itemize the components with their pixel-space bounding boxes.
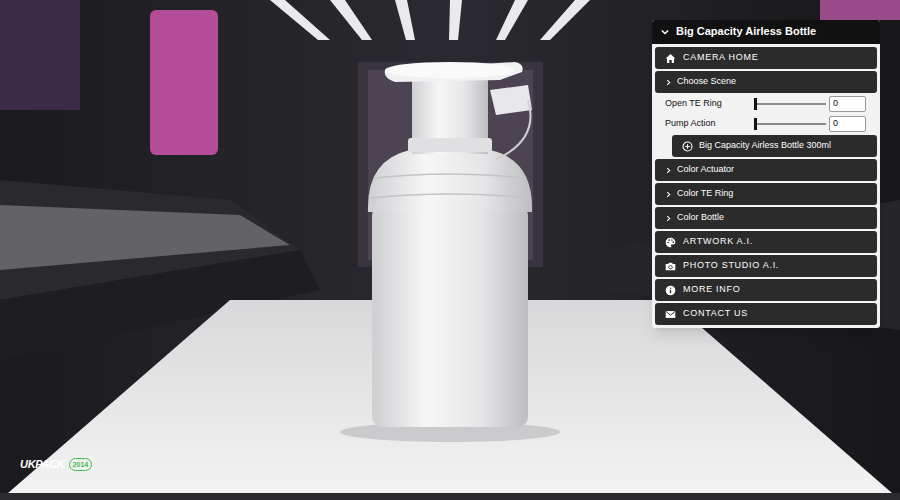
folder-row[interactable]: Color TE Ring <box>655 183 877 205</box>
chevron-glyph-icon <box>665 215 672 222</box>
scene-button-label: Big Capacity Airless Bottle 300ml <box>699 140 831 151</box>
brand-logo: UKPACK 2014 <box>20 458 92 471</box>
folder-row[interactable]: Color Actuator <box>655 159 877 181</box>
logo-text: UKPACK <box>20 459 65 470</box>
control-panel: Big Capacity Airless Bottle CAMERA HOMEC… <box>652 20 880 328</box>
slider-label: Open TE Ring <box>665 98 755 109</box>
plus-circle-icon <box>682 141 693 152</box>
folder-label: Color TE Ring <box>677 188 733 199</box>
chevron-glyph-icon <box>665 191 672 198</box>
award-badge: 2014 <box>69 458 93 471</box>
envelope-icon <box>665 309 676 320</box>
folder-label: Choose Scene <box>677 76 736 87</box>
folder-label: Color Bottle <box>677 212 724 223</box>
palette-icon <box>665 237 676 248</box>
slider-handle[interactable] <box>754 118 757 130</box>
slider-value-field[interactable] <box>829 116 866 132</box>
slider-value-field[interactable] <box>829 96 866 112</box>
chevron-glyph-icon <box>665 167 672 174</box>
chevron-right-icon <box>665 78 672 86</box>
chevron-right-icon <box>665 214 672 222</box>
configurator: UKPACK 2014 Big Capacity Airless Bottle … <box>0 0 900 500</box>
slider-label: Pump Action <box>665 118 755 129</box>
slider-row: Open TE Ring <box>655 95 877 113</box>
panel-header[interactable]: Big Capacity Airless Bottle <box>652 20 880 44</box>
button-label: PHOTO STUDIO A.I. <box>683 260 779 271</box>
panel-button[interactable]: CAMERA HOME <box>655 47 877 69</box>
panel-button[interactable]: ARTWORK A.I. <box>655 231 877 253</box>
camera-icon <box>665 261 676 272</box>
button-label: CAMERA HOME <box>683 52 758 63</box>
slider-track[interactable] <box>755 103 826 105</box>
panel-items: CAMERA HOME Choose Scene Open TE Ring Pump … <box>652 44 880 325</box>
slider-track[interactable] <box>755 123 826 125</box>
panel-button[interactable]: PHOTO STUDIO A.I. <box>655 255 877 277</box>
info-icon <box>665 285 676 296</box>
chevron-right-icon <box>665 190 672 198</box>
home-icon <box>665 53 676 64</box>
chevron-down-glyph-icon <box>660 27 670 37</box>
bottle[interactable] <box>368 62 532 427</box>
chevron-glyph-icon <box>665 79 672 86</box>
slider-handle[interactable] <box>754 98 757 110</box>
slider-row: Pump Action <box>655 115 877 133</box>
panel-button[interactable]: MORE INFO <box>655 279 877 301</box>
folder-row[interactable]: Color Bottle <box>655 207 877 229</box>
chevron-right-icon <box>665 166 672 174</box>
right-shelves <box>600 0 900 330</box>
button-label: ARTWORK A.I. <box>683 236 753 247</box>
chevron-down-icon <box>660 27 670 37</box>
folder-label: Color Actuator <box>677 164 734 175</box>
button-label: CONTACT US <box>683 308 748 319</box>
scene-button[interactable]: Big Capacity Airless Bottle 300ml <box>672 135 877 157</box>
panel-title: Big Capacity Airless Bottle <box>676 25 816 39</box>
panel-button[interactable]: CONTACT US <box>655 303 877 325</box>
folder-row[interactable]: Choose Scene <box>655 71 877 93</box>
button-label: MORE INFO <box>683 284 740 295</box>
ceiling-lights <box>270 0 590 40</box>
